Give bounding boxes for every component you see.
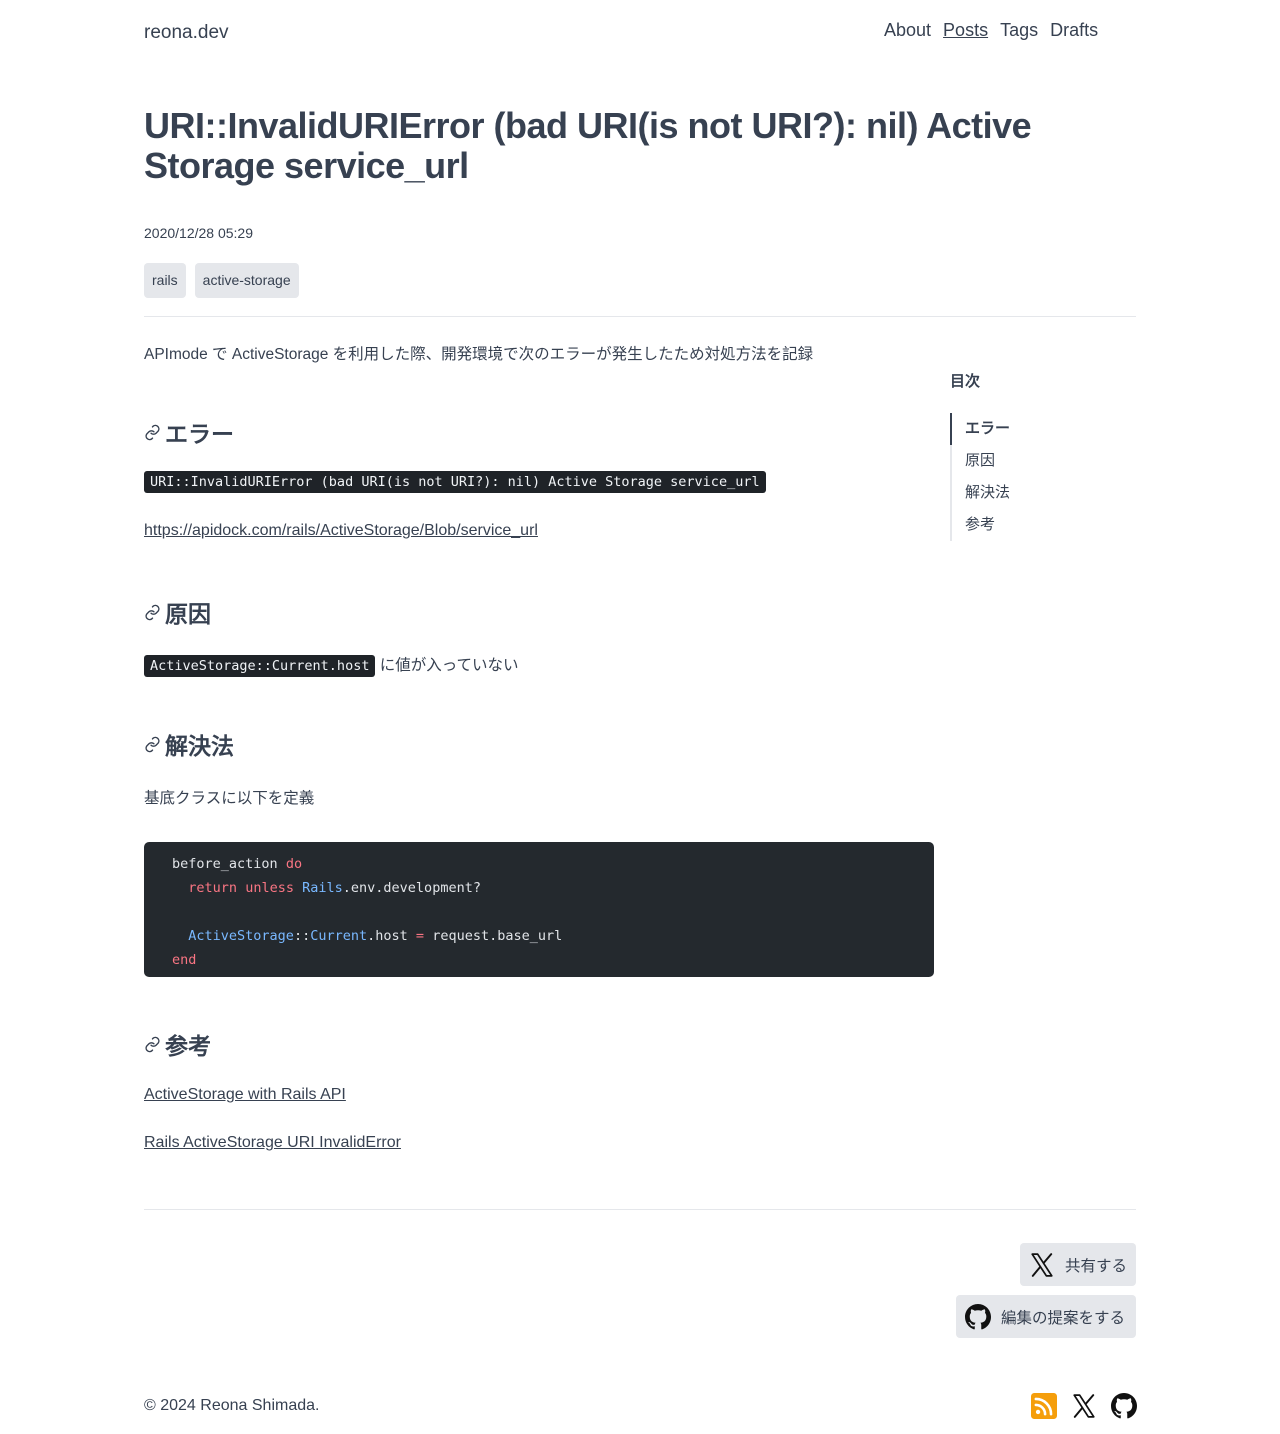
- heading-error: エラー: [144, 415, 234, 449]
- divider: [144, 316, 1136, 317]
- link-icon[interactable]: [144, 736, 161, 753]
- toc-list: エラー 原因 解決法 参考: [950, 413, 1030, 541]
- heading-cause: 原因: [144, 595, 211, 629]
- x-icon: [1031, 1252, 1053, 1277]
- nav-tags[interactable]: Tags: [1000, 20, 1038, 41]
- tag-list: rails active-storage: [144, 263, 299, 298]
- post-date: 2020/12/28 05:29: [144, 225, 253, 241]
- error-code-line: URI::InvalidURIError (bad URI(is not URI…: [144, 471, 766, 493]
- heading-error-label: エラー: [165, 421, 234, 447]
- reference-link-1[interactable]: ActiveStorage with Rails API: [144, 1086, 346, 1104]
- code-block: before_action do return unless Rails.env…: [144, 842, 934, 977]
- rss-icon[interactable]: [1031, 1393, 1057, 1419]
- main-nav: About Posts Tags Drafts: [884, 20, 1098, 41]
- heading-cause-label: 原因: [165, 601, 211, 627]
- code-line: return unless Rails.env.development?: [188, 880, 481, 896]
- nav-drafts[interactable]: Drafts: [1050, 20, 1098, 41]
- code-line: end: [172, 952, 197, 968]
- share-x-label: 共有する: [1065, 1257, 1128, 1275]
- toc-title: 目次: [950, 373, 981, 390]
- solution-text: 基底クラスに以下を定義: [144, 790, 315, 807]
- site-title[interactable]: reona.dev: [144, 22, 229, 44]
- edit-suggestion-label: 編集の提案をする: [1001, 1309, 1126, 1327]
- github-icon[interactable]: [1111, 1393, 1137, 1419]
- link-icon[interactable]: [144, 1036, 161, 1053]
- code-line: before_action do: [172, 856, 303, 872]
- table-of-contents: 目次 エラー 原因 解決法 参考: [950, 370, 1010, 541]
- toc-item-error[interactable]: エラー: [950, 413, 1030, 445]
- cause-inline-code: ActiveStorage::Current.host: [144, 655, 376, 677]
- footer-social-icons: [1031, 1393, 1137, 1419]
- nav-about[interactable]: About: [884, 20, 931, 41]
- code-line: ActiveStorage::Current.host = request.ba…: [188, 928, 563, 944]
- heading-solution: 解決法: [144, 727, 234, 761]
- cause-text-label: に値が入っていない: [379, 657, 519, 674]
- intro-text: APImode で ActiveStorage を利用した際、開発環境で次のエラ…: [144, 346, 814, 363]
- tag-rails[interactable]: rails: [144, 263, 186, 298]
- toc-item-cause[interactable]: 原因: [950, 445, 1030, 477]
- toc-item-solution[interactable]: 解決法: [950, 477, 1030, 509]
- github-icon: [965, 1303, 991, 1329]
- heading-references: 参考: [144, 1027, 211, 1061]
- link-icon[interactable]: [144, 604, 161, 621]
- footer-copyright: © 2024 Reona Shimada.: [144, 1397, 320, 1414]
- divider: [144, 1209, 1136, 1210]
- x-icon[interactable]: [1071, 1393, 1097, 1419]
- heading-references-label: 参考: [165, 1033, 211, 1059]
- nav-posts[interactable]: Posts: [943, 20, 988, 41]
- error-inline-code: URI::InvalidURIError (bad URI(is not URI…: [144, 471, 766, 493]
- heading-solution-label: 解決法: [165, 733, 234, 759]
- reference-link-2[interactable]: Rails ActiveStorage URI InvalidError: [144, 1134, 401, 1152]
- tag-active-storage[interactable]: active-storage: [194, 263, 299, 298]
- toc-item-references[interactable]: 参考: [950, 509, 1030, 541]
- page-title: URI::InvalidURIError (bad URI(is not URI…: [144, 105, 1032, 186]
- edit-suggestion-button[interactable]: 編集の提案をする: [956, 1295, 1136, 1338]
- link-icon[interactable]: [144, 424, 161, 441]
- share-x-button[interactable]: 共有する: [1020, 1243, 1136, 1286]
- cause-text: ActiveStorage::Current.host に値が入っていない: [144, 653, 519, 677]
- apidock-link[interactable]: https://apidock.com/rails/ActiveStorage/…: [144, 522, 538, 540]
